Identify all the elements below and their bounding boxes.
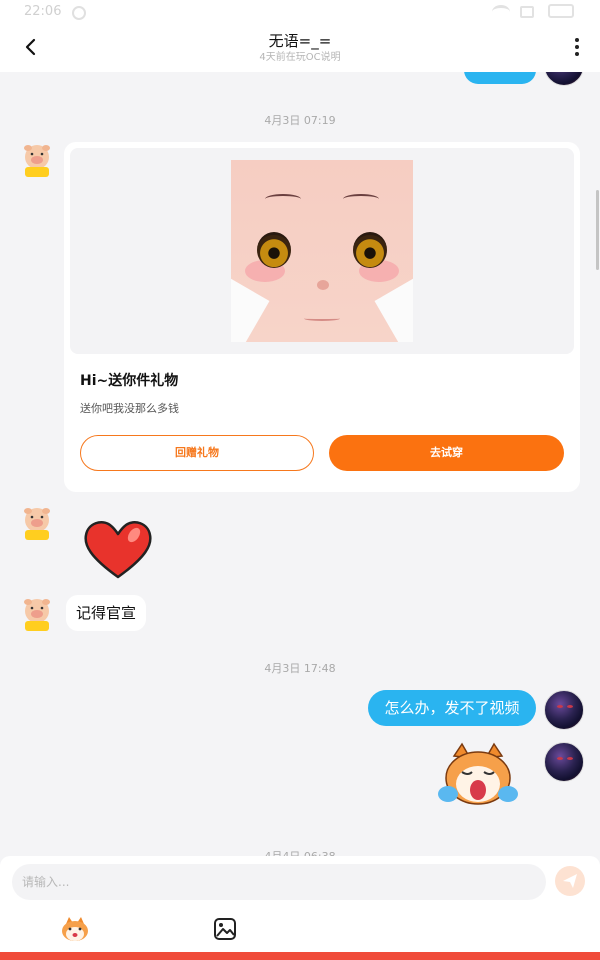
signal-icon	[520, 6, 534, 18]
chat-subtitle: 4天前在玩OC说明	[259, 52, 341, 63]
chat-header: 无语=_= 4天前在玩OC说明	[0, 22, 600, 72]
message-bubble-left[interactable]: 记得官宣	[66, 595, 147, 631]
send-button[interactable]	[555, 866, 585, 896]
gift-preview[interactable]	[70, 148, 574, 354]
user-avatar[interactable]	[544, 72, 584, 86]
try-on-button[interactable]: 去试穿	[329, 435, 564, 471]
return-gift-button[interactable]: 回赠礼物	[80, 435, 314, 471]
gift-title: Hi~送你件礼物	[80, 373, 179, 389]
bottom-strip	[0, 952, 600, 960]
message-bubble-right[interactable]: 怎么办，发不了视频	[368, 690, 536, 726]
contact-avatar[interactable]	[20, 596, 54, 634]
chat-message-list[interactable]: 4月3日 07:19 Hi~送你件礼物 送你吧我没那么多钱 回赠礼物 去试穿 记…	[0, 72, 600, 856]
user-avatar[interactable]	[544, 742, 584, 782]
time-label: 4月3日 07:19	[264, 114, 336, 127]
contact-avatar[interactable]	[20, 505, 54, 543]
battery-icon	[548, 4, 574, 18]
send-icon	[563, 874, 577, 888]
input-bar	[0, 856, 600, 952]
wifi-icon	[492, 5, 510, 19]
chat-title: 无语=_=	[268, 32, 332, 50]
more-vertical-icon[interactable]	[570, 38, 584, 58]
time-label: 4月3日 17:48	[264, 662, 336, 675]
message-input[interactable]	[12, 864, 546, 900]
gift-face-image	[231, 160, 413, 342]
partial-message-bubble[interactable]	[464, 72, 536, 84]
crying-cat-sticker[interactable]	[434, 742, 522, 812]
user-avatar[interactable]	[544, 690, 584, 730]
time-label: 4月4日 06:38	[0, 848, 600, 856]
gift-card[interactable]: Hi~送你件礼物 送你吧我没那么多钱 回赠礼物 去试穿	[64, 142, 580, 492]
image-icon[interactable]	[212, 916, 238, 942]
notification-icon	[72, 6, 86, 20]
status-time: 22:06	[24, 4, 62, 19]
gift-description: 送你吧我没那么多钱	[80, 402, 179, 415]
scrollbar[interactable]	[596, 190, 599, 270]
heart-sticker[interactable]	[82, 517, 154, 581]
title-block[interactable]: 无语=_= 4天前在玩OC说明	[0, 32, 600, 65]
contact-avatar[interactable]	[20, 142, 54, 180]
emoji-sticker-icon[interactable]	[60, 916, 90, 942]
